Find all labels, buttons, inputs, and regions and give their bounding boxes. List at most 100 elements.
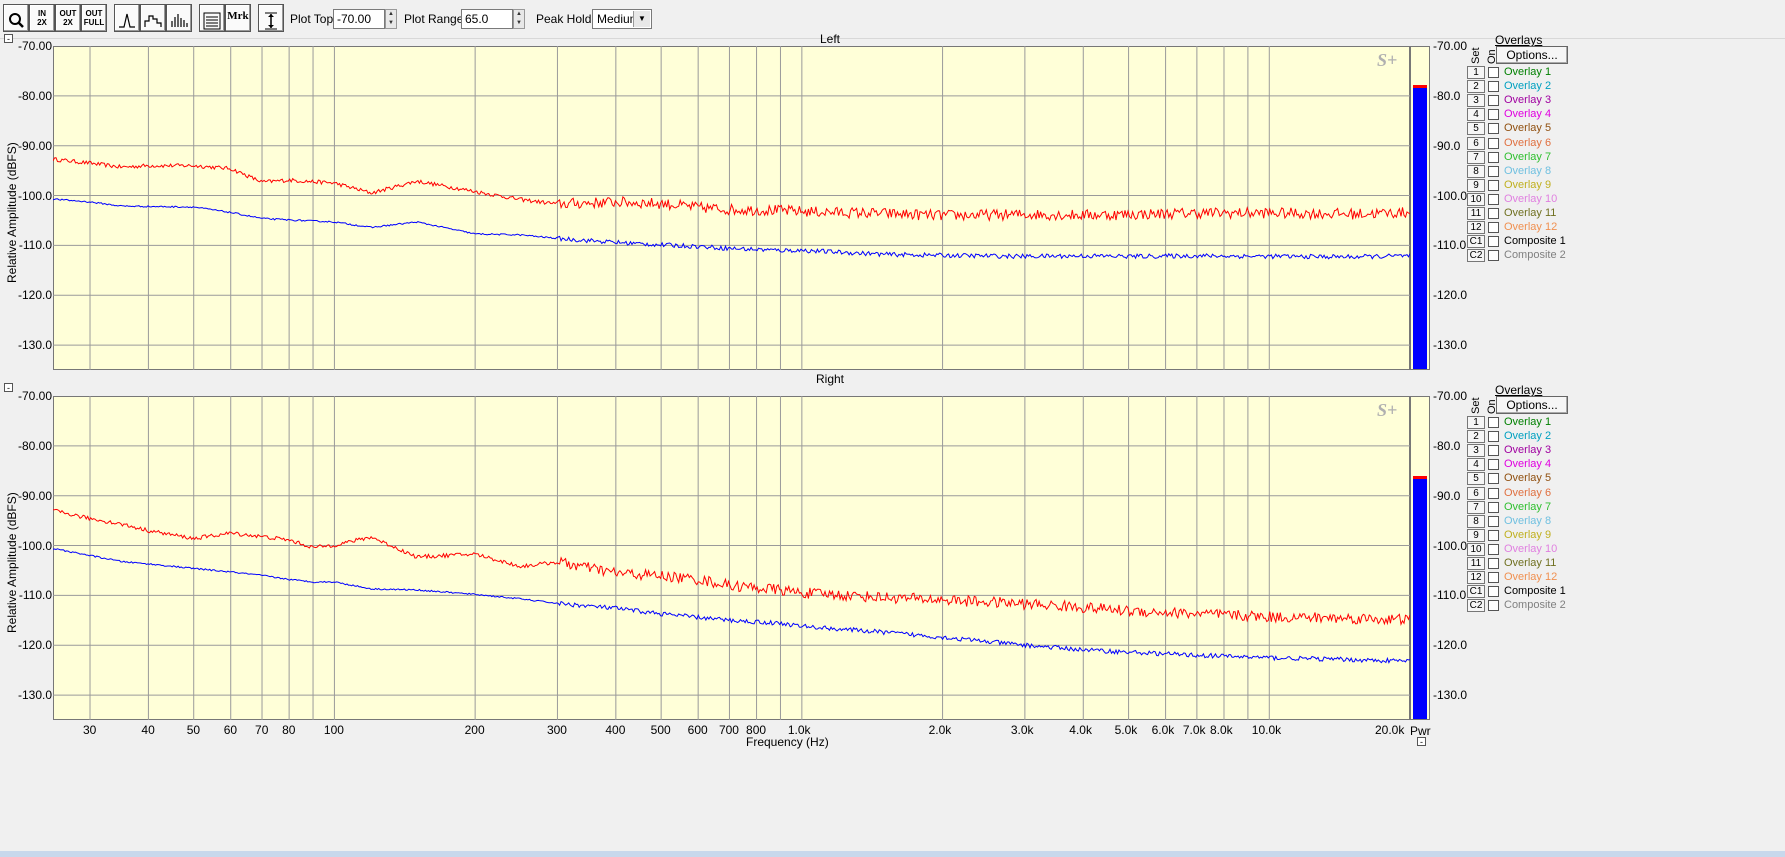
right-spectrum-plot[interactable]: S+ — [53, 396, 1410, 720]
right-overlay-set-button-6[interactable]: 6 — [1467, 486, 1485, 500]
right-overlay-set-button-5[interactable]: 5 — [1467, 472, 1485, 486]
x-tick-10: 500 — [650, 723, 671, 737]
plot-top-input[interactable]: -70.00 — [333, 9, 385, 29]
right-overlay-set-button-1[interactable]: 1 — [1467, 416, 1485, 429]
left-overlay-set-button-2[interactable]: 2 — [1467, 80, 1485, 94]
right-meter-fill — [1413, 478, 1427, 719]
left-level-meter — [1410, 46, 1430, 370]
zoom-in-2x-label: IN 2X — [37, 9, 47, 27]
left-overlay-set-button-12[interactable]: 12 — [1467, 221, 1485, 235]
bottom-collapse-button[interactable]: - — [1417, 737, 1426, 747]
left-meter-tick-2: -90.0 — [1433, 138, 1461, 153]
plot-top-spinner[interactable]: ▲ ▼ — [385, 9, 397, 29]
right-overlay-checkbox-C1[interactable] — [1488, 586, 1499, 598]
right-overlay-checkbox-C2[interactable] — [1488, 600, 1499, 612]
right-overlay-checkbox-11[interactable] — [1488, 558, 1499, 569]
plot-range-spinner[interactable]: ▲ ▼ — [513, 9, 525, 29]
left-overlay-label-C2: Composite 2 — [1504, 249, 1566, 262]
right-overlay-checkbox-1[interactable] — [1488, 417, 1499, 428]
right-overlay-checkbox-7[interactable] — [1488, 501, 1499, 513]
step-plot-button[interactable] — [140, 4, 166, 32]
x-tick-2: 50 — [186, 723, 201, 737]
left-overlay-set-button-6[interactable]: 6 — [1467, 136, 1485, 150]
left-overlay-checkbox-3[interactable] — [1488, 95, 1499, 107]
x-tick-20: 7.0k — [1182, 723, 1206, 737]
cursor-button[interactable] — [258, 4, 284, 32]
left-overlay-checkbox-6[interactable] — [1488, 137, 1499, 149]
left-overlay-label-4: Overlay 4 — [1504, 108, 1552, 121]
right-overlay-checkbox-6[interactable] — [1488, 487, 1499, 499]
left-overlay-set-button-7[interactable]: 7 — [1467, 150, 1485, 164]
left-overlay-checkbox-5[interactable] — [1488, 123, 1499, 135]
peak-hold-select[interactable]: Medium ▼ — [592, 9, 652, 29]
right-overlays-options-button[interactable]: Options... — [1496, 396, 1568, 414]
right-overlay-checkbox-4[interactable] — [1488, 459, 1499, 471]
left-overlay-checkbox-11[interactable] — [1488, 208, 1499, 219]
x-tick-16: 3.0k — [1010, 723, 1034, 737]
chevron-down-icon: ▼ — [633, 11, 650, 27]
left-overlay-set-button-8[interactable]: 8 — [1467, 164, 1485, 178]
zoom-out-full-button[interactable]: OUT FULL — [81, 4, 107, 32]
right-overlay-set-button-4[interactable]: 4 — [1467, 458, 1485, 472]
right-overlay-set-button-9[interactable]: 9 — [1467, 528, 1485, 542]
marker-button[interactable]: Mrk — [225, 4, 251, 32]
left-overlay-checkbox-10[interactable] — [1488, 193, 1499, 205]
right-overlay-label-1: Overlay 1 — [1504, 416, 1552, 428]
right-overlay-checkbox-9[interactable] — [1488, 529, 1499, 541]
right-overlay-checkbox-5[interactable] — [1488, 473, 1499, 485]
left-overlay-checkbox-12[interactable] — [1488, 222, 1499, 234]
right-overlay-checkbox-8[interactable] — [1488, 515, 1499, 527]
left-overlay-checkbox-C1[interactable] — [1488, 236, 1499, 248]
left-overlay-set-button-5[interactable]: 5 — [1467, 122, 1485, 136]
x-tick-4: 70 — [255, 723, 269, 737]
left-overlay-set-button-9[interactable]: 9 — [1467, 178, 1485, 192]
right-overlay-checkbox-2[interactable] — [1488, 431, 1499, 443]
right-overlay-checkbox-3[interactable] — [1488, 445, 1499, 457]
right-overlay-set-button-12[interactable]: 12 — [1467, 571, 1485, 585]
left-overlay-label-11: Overlay 11 — [1504, 207, 1557, 219]
right-overlay-checkbox-12[interactable] — [1488, 572, 1499, 584]
x-tick-1: 40 — [141, 723, 155, 737]
right-overlay-set-button-8[interactable]: 8 — [1467, 514, 1485, 528]
left-overlay-checkbox-7[interactable] — [1488, 151, 1499, 163]
left-overlay-set-button-C2[interactable]: C2 — [1467, 249, 1485, 263]
right-overlay-set-button-2[interactable]: 2 — [1467, 430, 1485, 444]
left-chart-title: Left — [819, 32, 840, 46]
right-ytick-4: -110.0 — [18, 588, 52, 603]
left-overlay-set-button-10[interactable]: 10 — [1467, 192, 1485, 206]
zoom-button[interactable] — [3, 4, 29, 32]
plot-range-input[interactable]: 65.0 — [461, 9, 513, 29]
left-overlay-set-button-3[interactable]: 3 — [1467, 94, 1485, 108]
zoom-in-2x-button[interactable]: IN 2X — [29, 4, 55, 32]
right-overlay-set-button-3[interactable]: 3 — [1467, 444, 1485, 458]
zoom-out-2x-button[interactable]: OUT 2X — [55, 4, 81, 32]
x-tick-17: 4.0k — [1069, 723, 1092, 737]
right-overlay-set-button-10[interactable]: 10 — [1467, 542, 1485, 556]
line-plot-button[interactable] — [114, 4, 140, 32]
right-series-red — [53, 508, 1410, 626]
left-overlay-set-button-4[interactable]: 4 — [1467, 108, 1485, 122]
left-series-red — [53, 157, 1410, 223]
left-overlay-set-button-C1[interactable]: C1 — [1467, 235, 1485, 249]
right-overlay-set-button-C2[interactable]: C2 — [1467, 599, 1485, 613]
left-overlays-options-button[interactable]: Options... — [1496, 46, 1568, 64]
left-overlay-checkbox-4[interactable] — [1488, 109, 1499, 121]
list-view-button[interactable] — [199, 4, 225, 32]
left-overlay-checkbox-C2[interactable] — [1488, 250, 1499, 262]
right-overlay-set-button-11[interactable]: 11 — [1467, 557, 1485, 570]
left-on-header: On — [1486, 49, 1498, 64]
left-overlay-checkbox-9[interactable] — [1488, 179, 1499, 191]
right-overlay-checkbox-10[interactable] — [1488, 543, 1499, 555]
left-overlay-set-button-1[interactable]: 1 — [1467, 66, 1485, 79]
left-overlay-checkbox-2[interactable] — [1488, 81, 1499, 93]
left-spectrum-plot[interactable]: S+ — [53, 46, 1410, 370]
right-overlay-set-button-C1[interactable]: C1 — [1467, 585, 1485, 599]
left-overlay-checkbox-1[interactable] — [1488, 67, 1499, 78]
left-overlay-checkbox-8[interactable] — [1488, 165, 1499, 177]
left-overlay-set-button-11[interactable]: 11 — [1467, 207, 1485, 220]
right-ytick-0: -70.00 — [17, 389, 52, 403]
right-overlay-set-button-7[interactable]: 7 — [1467, 500, 1485, 514]
left-overlay-label-10: Overlay 10 — [1504, 192, 1558, 205]
left-meter-tick-6: -130.0 — [1433, 338, 1468, 353]
bar-plot-button[interactable] — [166, 4, 192, 32]
